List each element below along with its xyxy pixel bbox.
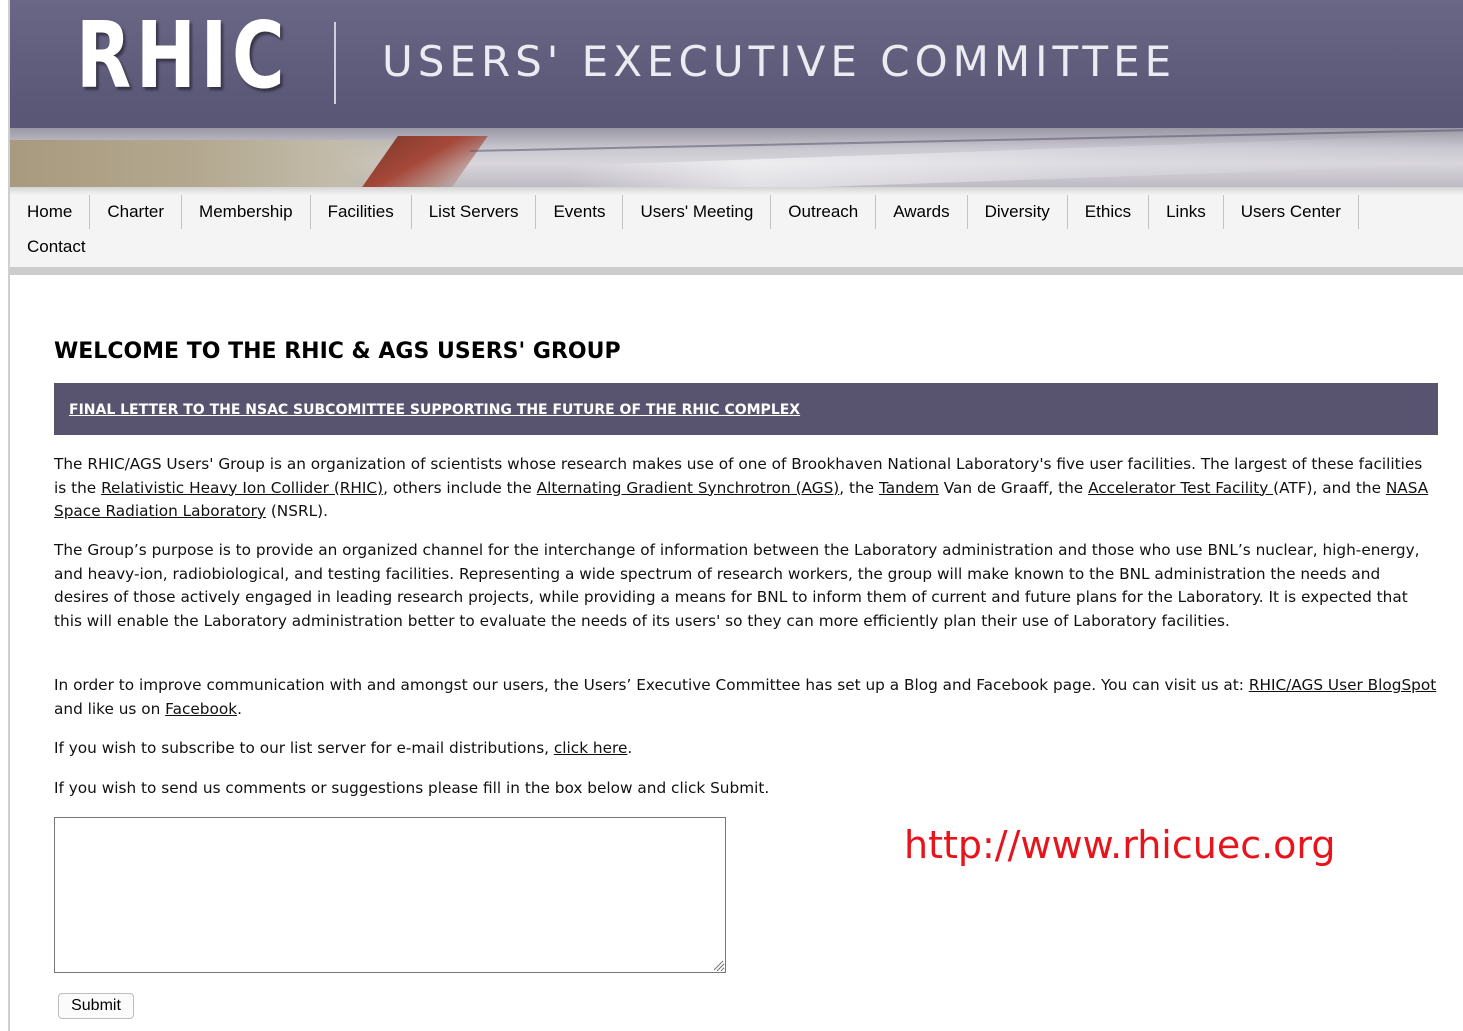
- purpose-paragraph: The Group’s purpose is to provide an org…: [54, 541, 1420, 630]
- rhic-link[interactable]: Relativistic Heavy Ion Collider (RHIC): [101, 479, 383, 497]
- main-content: WELCOME TO THE RHIC & AGS USERS' GROUP F…: [54, 338, 1438, 1019]
- nav-item-awards[interactable]: Awards: [876, 195, 968, 229]
- nav-item-list-servers[interactable]: List Servers: [412, 195, 537, 229]
- nav-item-home[interactable]: Home: [10, 195, 91, 229]
- notice-banner: FINAL LETTER TO THE NSAC SUBCOMITTEE SUP…: [54, 383, 1438, 435]
- communication-text: In order to improve communication with a…: [54, 676, 1249, 694]
- subscribe-text: .: [627, 739, 633, 757]
- resize-handle-icon[interactable]: [712, 959, 724, 971]
- nav-row-primary: Home Charter Membership Facilities List …: [10, 195, 1359, 229]
- subscribe-paragraph: If you wish to subscribe to our list ser…: [54, 737, 1438, 761]
- nav-item-links[interactable]: Links: [1149, 195, 1224, 229]
- intro-text: (ATF), and the: [1273, 478, 1386, 497]
- communication-paragraph: In order to improve communication with a…: [54, 674, 1438, 721]
- blogspot-link[interactable]: RHIC/AGS User BlogSpot: [1249, 676, 1436, 694]
- intro-paragraph: The RHIC/AGS Users' Group is an organiza…: [54, 453, 1438, 524]
- nsac-letter-link[interactable]: FINAL LETTER TO THE NSAC SUBCOMITTEE SUP…: [69, 402, 800, 418]
- banner-divider: [334, 22, 336, 104]
- nav-row-secondary: Contact: [10, 230, 103, 264]
- page-heading: WELCOME TO THE RHIC & AGS USERS' GROUP: [54, 339, 621, 364]
- nav-item-diversity[interactable]: Diversity: [968, 195, 1068, 229]
- intro-text: Van de Graaff, the: [938, 478, 1089, 497]
- site-url-annotation: http://www.rhicuec.org: [904, 823, 1336, 867]
- click-here-link[interactable]: click here: [554, 739, 628, 757]
- comments-textarea[interactable]: [54, 817, 726, 973]
- intro-text: (NSRL).: [265, 502, 328, 520]
- rhic-logo: RHIC: [76, 2, 290, 109]
- main-nav: Home Charter Membership Facilities List …: [10, 187, 1463, 275]
- nav-item-contact[interactable]: Contact: [10, 230, 103, 264]
- nav-item-facilities[interactable]: Facilities: [311, 195, 412, 229]
- site-banner: RHIC USERS' EXECUTIVE COMMITTEE: [10, 0, 1463, 187]
- atf-link[interactable]: Accelerator Test Facility: [1088, 479, 1273, 497]
- facebook-link[interactable]: Facebook: [165, 700, 237, 718]
- intro-text: , others include the: [383, 478, 537, 497]
- ags-link[interactable]: Alternating Gradient Synchrotron (AGS): [537, 479, 840, 497]
- nav-item-users-center[interactable]: Users Center: [1224, 195, 1359, 229]
- nav-item-outreach[interactable]: Outreach: [771, 195, 877, 229]
- comments-instructions: If you wish to send us comments or sugge…: [54, 779, 770, 797]
- nav-item-users-meeting[interactable]: Users' Meeting: [623, 195, 772, 229]
- nav-item-events[interactable]: Events: [536, 195, 624, 229]
- tandem-link[interactable]: Tandem: [879, 479, 939, 497]
- communication-text: and like us on: [54, 699, 166, 718]
- communication-text: .: [237, 699, 242, 718]
- nav-item-membership[interactable]: Membership: [182, 195, 311, 229]
- nav-item-charter[interactable]: Charter: [90, 195, 183, 229]
- subscribe-text: If you wish to subscribe to our list ser…: [54, 739, 554, 757]
- submit-button[interactable]: Submit: [58, 993, 134, 1019]
- nav-item-ethics[interactable]: Ethics: [1068, 195, 1150, 229]
- site-title: USERS' EXECUTIVE COMMITTEE: [382, 37, 1177, 86]
- intro-text: , the: [839, 478, 879, 497]
